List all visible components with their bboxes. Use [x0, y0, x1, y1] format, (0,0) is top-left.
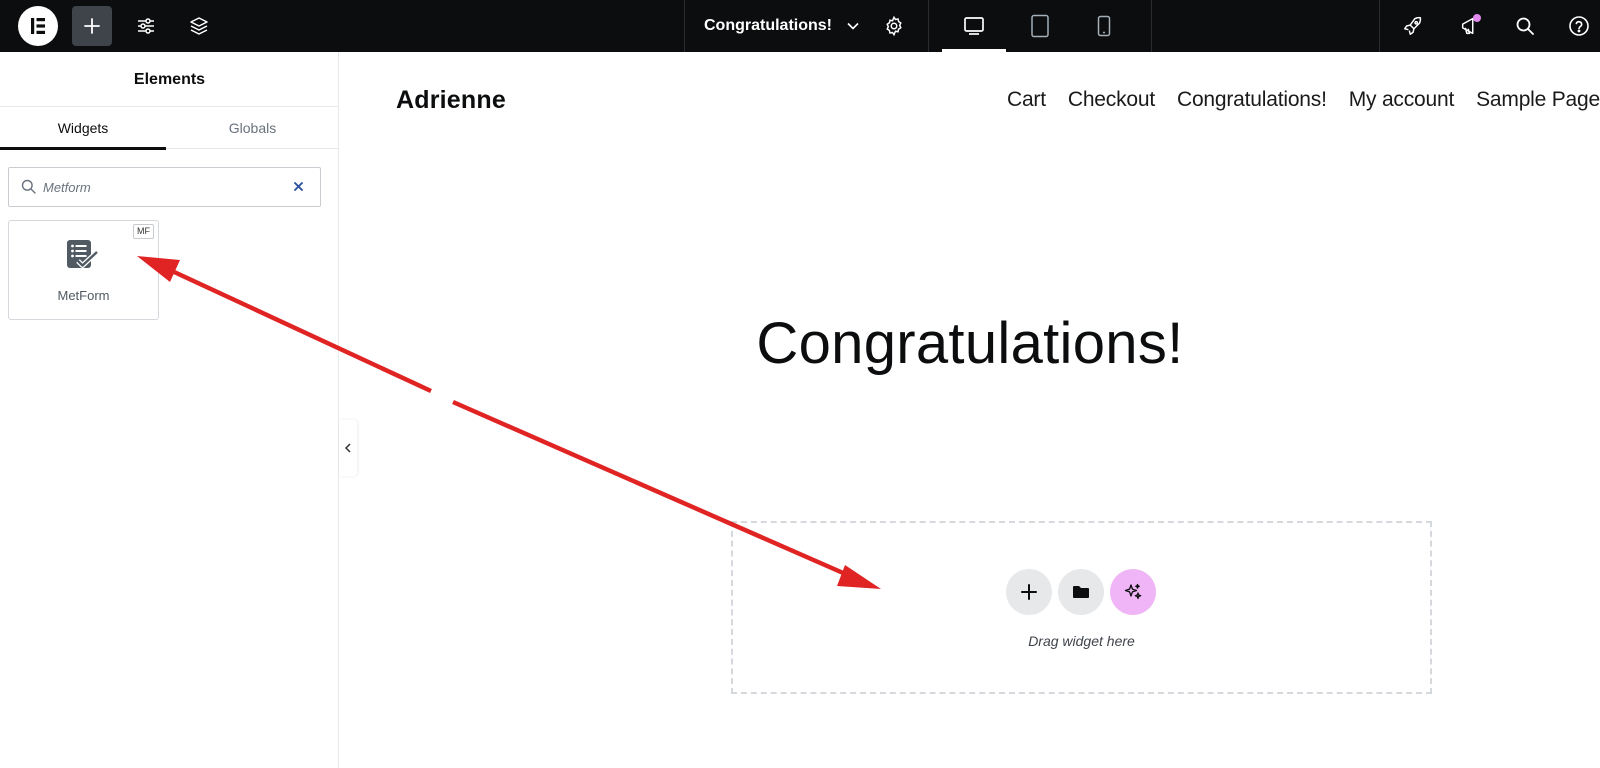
- device-tablet-button[interactable]: [1008, 0, 1072, 52]
- add-template-button[interactable]: [1058, 569, 1104, 615]
- folder-icon: [1073, 586, 1089, 598]
- layers-icon: [190, 17, 208, 35]
- nav-link-my-account[interactable]: My account: [1349, 88, 1455, 112]
- widget-dropzone[interactable]: Drag widget here: [731, 521, 1432, 694]
- mobile-icon: [1097, 15, 1111, 37]
- help-icon: [1569, 16, 1589, 36]
- device-mobile-button[interactable]: [1072, 0, 1136, 52]
- widget-label: MetForm: [57, 288, 110, 303]
- widget-metform[interactable]: MF MetForm: [8, 220, 159, 320]
- site-nav: Cart Checkout Congratulations! My accoun…: [985, 88, 1600, 112]
- editor-topbar: Congratulations!: [0, 0, 1600, 52]
- search-icon: [21, 179, 36, 199]
- tab-widgets[interactable]: Widgets: [0, 107, 166, 150]
- widget-search: [8, 167, 321, 207]
- form-checklist-icon: [65, 239, 99, 276]
- site-title[interactable]: Adrienne: [396, 86, 506, 115]
- help-button[interactable]: [1559, 6, 1599, 46]
- desktop-icon: [964, 17, 984, 35]
- nav-link-sample-page[interactable]: Sample Page: [1476, 88, 1600, 112]
- panel-tabs: Widgets Globals: [0, 107, 339, 150]
- structure-button[interactable]: [179, 6, 219, 46]
- page-switcher[interactable]: Congratulations!: [704, 0, 860, 52]
- page-name: Congratulations!: [704, 17, 832, 34]
- rocket-icon: [1404, 16, 1422, 35]
- widget-search-input[interactable]: [43, 176, 283, 198]
- finder-search-button[interactable]: [1505, 6, 1545, 46]
- gear-icon: [886, 15, 902, 37]
- notification-dot: [1473, 14, 1481, 22]
- plus-icon: [1021, 584, 1037, 600]
- tablet-icon: [1031, 14, 1049, 38]
- whats-new-button[interactable]: [1450, 6, 1490, 46]
- panel-title: Elements: [0, 52, 339, 107]
- sparkles-icon: [1124, 583, 1142, 600]
- add-section-button[interactable]: [1006, 569, 1052, 615]
- page-heading[interactable]: Congratulations!: [340, 310, 1600, 377]
- device-desktop-button[interactable]: [942, 0, 1006, 52]
- elements-panel: Elements Widgets Globals MF: [0, 52, 339, 768]
- chevron-left-icon: [344, 443, 351, 453]
- nav-link-checkout[interactable]: Checkout: [1068, 88, 1155, 112]
- nav-link-congratulations[interactable]: Congratulations!: [1177, 88, 1327, 112]
- sliders-icon: [138, 18, 154, 34]
- ai-builder-button[interactable]: [1110, 569, 1156, 615]
- clear-search-icon[interactable]: [291, 179, 306, 199]
- site-settings-button[interactable]: [126, 6, 166, 46]
- chevron-down-icon: [846, 19, 860, 33]
- elementor-logo-icon[interactable]: [18, 6, 58, 46]
- add-element-button[interactable]: [72, 6, 112, 46]
- dropzone-hint: Drag widget here: [1028, 633, 1135, 649]
- publish-rocket-button[interactable]: [1393, 6, 1433, 46]
- nav-link-cart[interactable]: Cart: [1007, 88, 1046, 112]
- collapse-panel-button[interactable]: [339, 420, 357, 476]
- search-icon: [1516, 17, 1534, 35]
- plus-icon: [84, 18, 100, 34]
- page-settings-button[interactable]: [874, 6, 914, 46]
- tab-globals[interactable]: Globals: [166, 107, 339, 149]
- widget-badge: MF: [133, 224, 154, 239]
